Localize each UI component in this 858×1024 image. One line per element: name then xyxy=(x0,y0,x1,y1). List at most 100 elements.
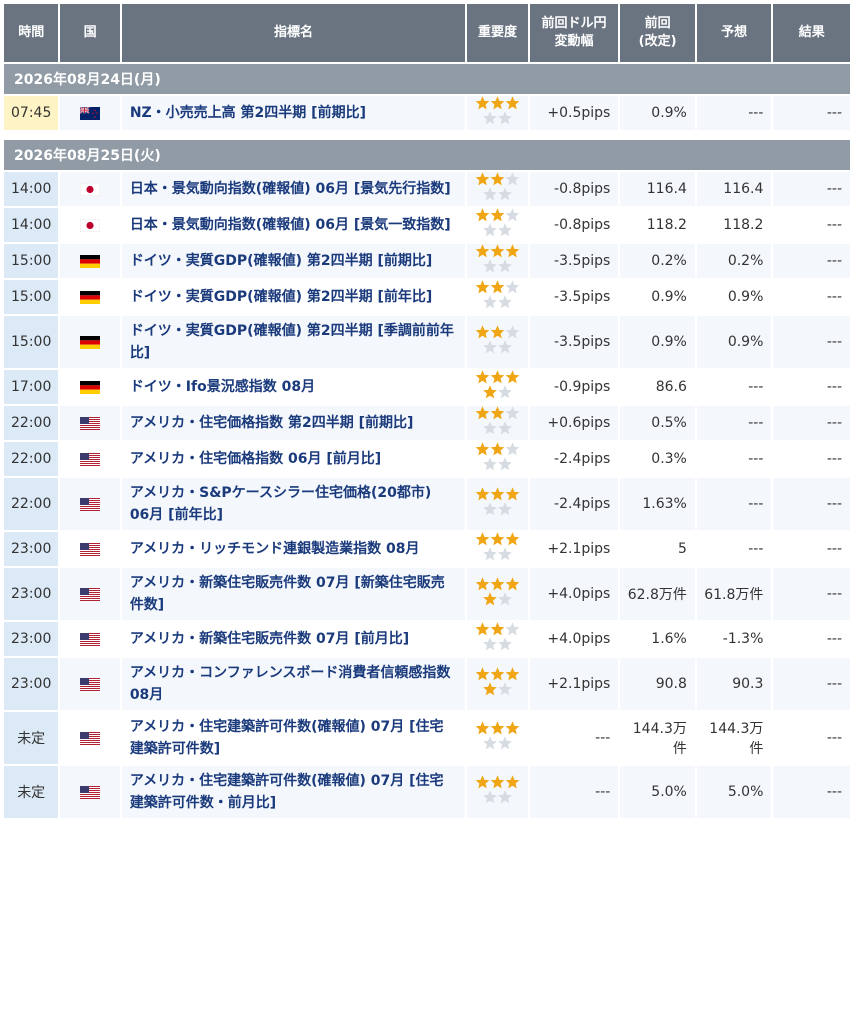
event-previous: 0.5% xyxy=(620,406,695,440)
header-pips-change: 前回ドル円 変動幅 xyxy=(529,4,619,62)
event-name-link[interactable]: ドイツ・実質GDP(確報値) 第2四半期 [季調前前年比] xyxy=(121,316,466,368)
event-forecast: 144.3万件 xyxy=(696,712,772,764)
header-indicator-name: 指標名 xyxy=(121,4,466,62)
header-pips-line1: 前回ドル円 xyxy=(541,16,607,31)
event-result: --- xyxy=(773,766,850,818)
event-importance xyxy=(467,478,528,530)
event-name-link[interactable]: アメリカ・住宅価格指数 06月 [前月比] xyxy=(121,442,466,476)
event-forecast: 0.2% xyxy=(696,244,772,278)
event-importance xyxy=(467,532,528,566)
event-name-link[interactable]: アメリカ・住宅価格指数 第2四半期 [前期比] xyxy=(121,406,466,440)
header-time: 時間 xyxy=(4,4,59,62)
event-name-link[interactable]: アメリカ・住宅建築許可件数(確報値) 07月 [住宅建築許可件数・前月比] xyxy=(121,766,466,818)
event-forecast: -1.3% xyxy=(696,622,772,656)
event-previous: 1.6% xyxy=(620,622,695,656)
header-previous-line1: 前回 xyxy=(644,16,671,31)
importance-stars-icon xyxy=(475,532,520,562)
event-time: 22:00 xyxy=(4,406,59,440)
header-importance: 重要度 xyxy=(467,4,528,62)
group-spacer xyxy=(4,132,850,138)
event-name-link[interactable]: ドイツ・実質GDP(確報値) 第2四半期 [前年比] xyxy=(121,280,466,314)
event-time: 14:00 xyxy=(4,172,59,206)
event-forecast: --- xyxy=(696,370,772,404)
event-importance xyxy=(467,712,528,764)
event-previous: 0.2% xyxy=(620,244,695,278)
event-country xyxy=(60,478,120,530)
event-forecast: 0.9% xyxy=(696,316,772,368)
importance-stars-icon xyxy=(475,325,520,355)
importance-stars-icon xyxy=(475,172,520,202)
event-country xyxy=(60,316,120,368)
usa-flag-icon xyxy=(80,587,101,601)
event-result: --- xyxy=(773,568,850,620)
event-row: 22:00 アメリカ・住宅価格指数 第2四半期 [前期比] +0.6pips 0.5%… xyxy=(4,406,850,440)
header-country: 国 xyxy=(60,4,120,62)
event-name-link[interactable]: アメリカ・新築住宅販売件数 07月 [新築住宅販売件数] xyxy=(121,568,466,620)
event-time: 未定 xyxy=(4,712,59,764)
event-row: 23:00 アメリカ・コンファレンスボード消費者信頼感指数 08月 +2.1pips… xyxy=(4,658,850,710)
event-importance xyxy=(467,172,528,206)
event-time: 14:00 xyxy=(4,208,59,242)
importance-stars-icon xyxy=(475,667,520,697)
event-importance xyxy=(467,766,528,818)
event-pips-change: -2.4pips xyxy=(529,442,619,476)
event-importance xyxy=(467,96,528,130)
event-result: --- xyxy=(773,96,850,130)
event-importance xyxy=(467,406,528,440)
germany-flag-icon xyxy=(80,290,101,304)
event-result: --- xyxy=(773,712,850,764)
importance-stars-icon xyxy=(475,442,520,472)
event-row: 14:00 日本・景気動向指数(確報値) 06月 [景気先行指数] -0.8pips… xyxy=(4,172,850,206)
germany-flag-icon xyxy=(80,254,101,268)
event-row: 15:00 ドイツ・実質GDP(確報値) 第2四半期 [前期比] -3.5pips 0… xyxy=(4,244,850,278)
event-name-link[interactable]: 日本・景気動向指数(確報値) 06月 [景気先行指数] xyxy=(121,172,466,206)
event-result: --- xyxy=(773,532,850,566)
event-forecast: 5.0% xyxy=(696,766,772,818)
event-forecast: --- xyxy=(696,96,772,130)
event-time: 15:00 xyxy=(4,244,59,278)
usa-flag-icon xyxy=(80,785,101,799)
event-time: 15:00 xyxy=(4,280,59,314)
event-country xyxy=(60,766,120,818)
event-country xyxy=(60,96,120,130)
event-time: 15:00 xyxy=(4,316,59,368)
event-importance xyxy=(467,658,528,710)
event-name-link[interactable]: アメリカ・リッチモンド連銀製造業指数 08月 xyxy=(121,532,466,566)
event-previous: 0.9% xyxy=(620,280,695,314)
event-forecast: --- xyxy=(696,406,772,440)
event-previous: 144.3万件 xyxy=(620,712,695,764)
event-forecast: 61.8万件 xyxy=(696,568,772,620)
event-row: 22:00 アメリカ・S&Pケースシラー住宅価格(20都市) 06月 [前年比] -… xyxy=(4,478,850,530)
event-time: 22:00 xyxy=(4,442,59,476)
importance-stars-icon xyxy=(475,406,520,436)
event-previous: 86.6 xyxy=(620,370,695,404)
event-previous: 90.8 xyxy=(620,658,695,710)
event-name-link[interactable]: ドイツ・実質GDP(確報値) 第2四半期 [前期比] xyxy=(121,244,466,278)
event-result: --- xyxy=(773,622,850,656)
event-pips-change: +0.5pips xyxy=(529,96,619,130)
event-forecast: 118.2 xyxy=(696,208,772,242)
event-row: 17:00 ドイツ・Ifo景況感指数 08月 -0.9pips 86.6 --- --- xyxy=(4,370,850,404)
event-forecast: 0.9% xyxy=(696,280,772,314)
importance-stars-icon xyxy=(475,775,520,805)
event-row: 未定 アメリカ・住宅建築許可件数(確報値) 07月 [住宅建築許可件数・前月比] -… xyxy=(4,766,850,818)
event-name-link[interactable]: アメリカ・新築住宅販売件数 07月 [前月比] xyxy=(121,622,466,656)
event-forecast: --- xyxy=(696,532,772,566)
usa-flag-icon xyxy=(80,677,101,691)
event-name-link[interactable]: アメリカ・S&Pケースシラー住宅価格(20都市) 06月 [前年比] xyxy=(121,478,466,530)
usa-flag-icon xyxy=(80,731,101,745)
event-importance xyxy=(467,622,528,656)
event-name-link[interactable]: アメリカ・コンファレンスボード消費者信頼感指数 08月 xyxy=(121,658,466,710)
event-pips-change: -0.8pips xyxy=(529,208,619,242)
date-label: 2026年08月24日(月) xyxy=(4,64,850,94)
event-previous: 118.2 xyxy=(620,208,695,242)
event-name-link[interactable]: アメリカ・住宅建築許可件数(確報値) 07月 [住宅建築許可件数] xyxy=(121,712,466,764)
event-time: 23:00 xyxy=(4,568,59,620)
event-name-link[interactable]: 日本・景気動向指数(確報値) 06月 [景気一致指数] xyxy=(121,208,466,242)
event-name-link[interactable]: ドイツ・Ifo景況感指数 08月 xyxy=(121,370,466,404)
usa-flag-icon xyxy=(80,452,101,466)
event-forecast: --- xyxy=(696,478,772,530)
event-name-link[interactable]: NZ・小売売上高 第2四半期 [前期比] xyxy=(121,96,466,130)
event-importance xyxy=(467,568,528,620)
event-row: 14:00 日本・景気動向指数(確報値) 06月 [景気一致指数] -0.8pips… xyxy=(4,208,850,242)
